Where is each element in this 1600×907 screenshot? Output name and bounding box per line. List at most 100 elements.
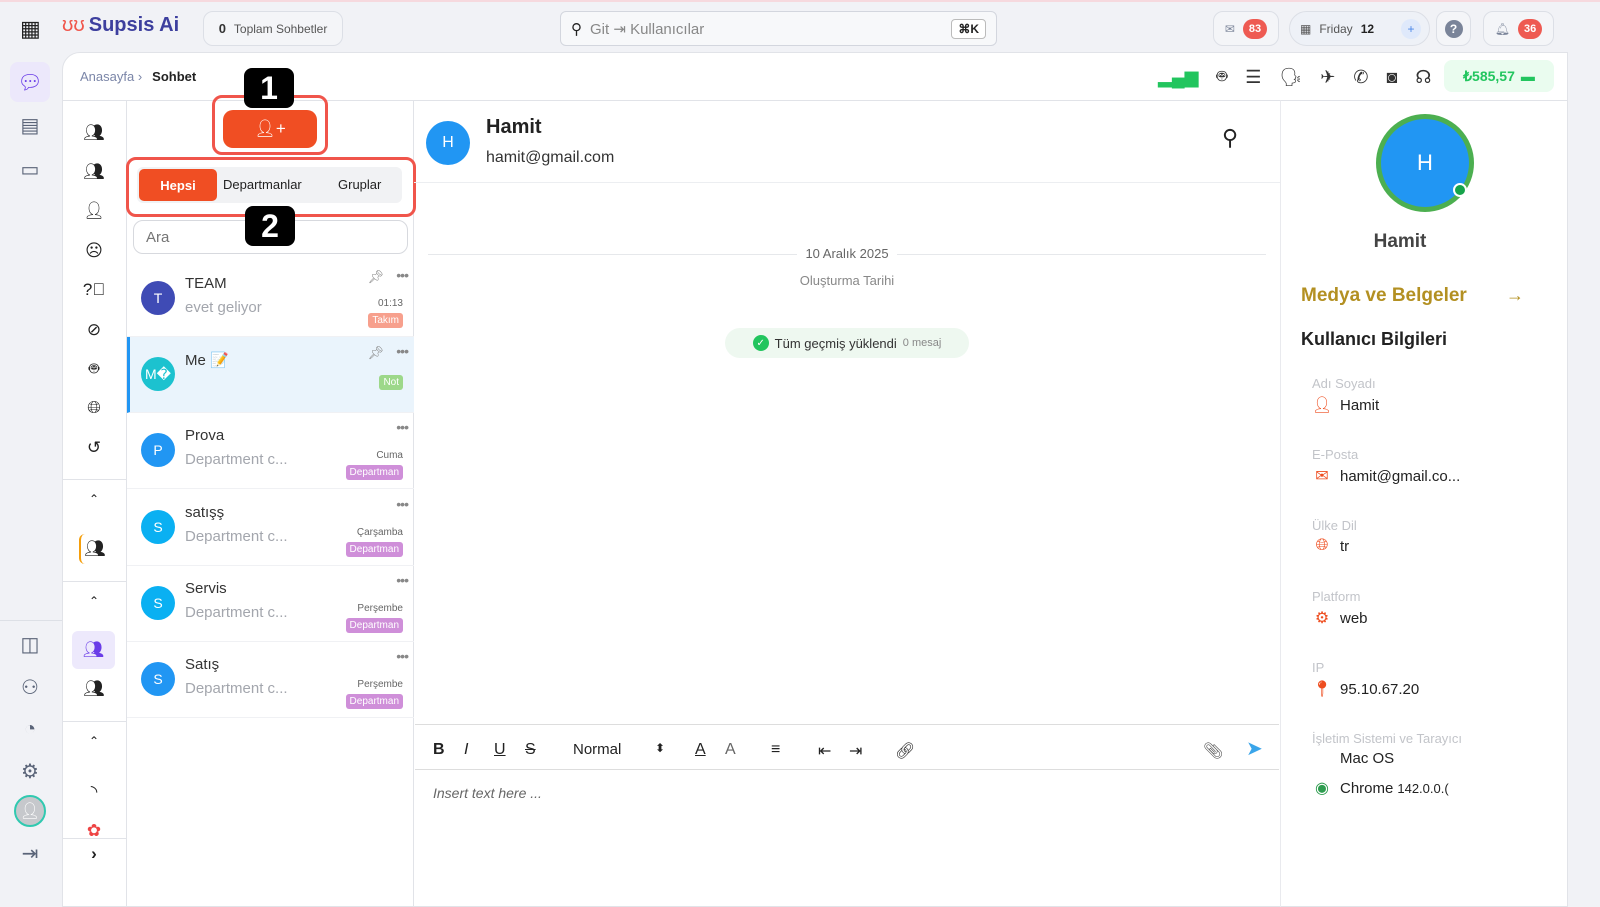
rss-icon[interactable]: ◝ [79, 777, 109, 807]
support-icon[interactable]: ☊ [1415, 67, 1431, 88]
chat-item-satis[interactable]: S Satış Department c... ••• Perşembe Dep… [127, 642, 414, 718]
field-os: Mac OS [1312, 750, 1394, 767]
more-icon[interactable]: ••• [396, 267, 409, 283]
link-icon[interactable]: 🔗︎ [895, 741, 915, 761]
settings-icon[interactable]: ⚙ [10, 751, 50, 791]
format-select[interactable]: Normal [573, 741, 621, 758]
italic-icon[interactable]: I [464, 741, 468, 759]
chat-time: Çarşamba [356, 527, 403, 538]
signal-icon[interactable]: ▂▄▆ [1158, 67, 1198, 88]
hierarchy-icon[interactable]: ⚇ [10, 667, 50, 707]
dashboard-icon[interactable]: ◫ [10, 624, 50, 664]
collapse-chevron-icon[interactable]: ⌃ [79, 726, 109, 756]
field-platform: ⚙ web [1312, 608, 1368, 628]
contact-email: hamit@gmail.com [486, 149, 615, 166]
all-users-icon[interactable]: 👥︎ [79, 118, 109, 148]
more-icon[interactable]: ••• [396, 419, 409, 435]
messages-button[interactable]: ✉ 83 [1213, 11, 1279, 46]
chat-preview: Department c... [185, 604, 288, 621]
select-arrows-icon[interactable]: ⬍ [655, 741, 665, 755]
send-icon[interactable]: ➤ [1246, 736, 1263, 761]
chat-item-prova[interactable]: P Prova Department c... ••• Cuma Departm… [127, 413, 414, 489]
globe-icon[interactable]: 🌐︎ [79, 393, 109, 423]
more-icon[interactable]: ••• [396, 496, 409, 512]
chat-item-me[interactable]: M� Me 📝 📌︎ ••• Not [127, 337, 414, 413]
contact-card-icon[interactable]: ▤ [10, 105, 50, 145]
bot-icon[interactable]: 🤖︎ [1216, 65, 1227, 90]
profile-name: Hamit [1373, 231, 1427, 252]
logo[interactable]: ʊʊ Supsis Ai [62, 14, 179, 37]
inbox-icon[interactable]: ▭ [10, 149, 50, 189]
history-loaded-pill: ✓ Tüm geçmiş yüklendi 0 mesaj [725, 328, 969, 358]
align-icon[interactable]: ≡ [771, 741, 780, 759]
logo-text: Supsis Ai [88, 14, 180, 36]
expand-sidebar-icon[interactable]: ⇥ [10, 833, 50, 873]
chat-item-servis[interactable]: S Servis Department c... ••• Perşembe De… [127, 566, 414, 642]
search-messages-icon[interactable]: ⚲ [1222, 125, 1238, 151]
filter-column: 👥︎ 👥︎ 👤︎ ☹ ?⃝ ⊘ 🤖︎ 🌐︎ ↺ ⌃ 👥︎ ⌃ 👥︎ 👥︎ ⌃ ◝… [62, 100, 127, 907]
more-icon[interactable]: ••• [396, 343, 409, 359]
check-icon: ✓ [752, 335, 769, 351]
help-button[interactable]: ? [1436, 11, 1471, 46]
chevron-right-icon[interactable]: › [79, 839, 109, 869]
underline-icon[interactable]: U [494, 741, 506, 759]
chat-item-team[interactable]: T TEAM evet geliyor 📌︎ ••• 01:13 Takım [127, 261, 414, 337]
history-icon[interactable]: ↺ [79, 433, 109, 463]
chat-item-satiss[interactable]: S satışş Department c... ••• Çarşamba De… [127, 490, 414, 566]
chat-time: Cuma [376, 450, 403, 461]
field-label: Ülke Dil [1312, 518, 1357, 533]
question-icon[interactable]: ?⃝ [79, 275, 109, 305]
chat-tag: Departman [345, 542, 403, 557]
voice-icon[interactable]: 🗣︎ [1279, 67, 1302, 88]
arrow-right-icon[interactable]: → [1506, 285, 1524, 306]
collapse-chevron-icon[interactable]: ⌃ [79, 484, 109, 514]
robot-icon[interactable]: 🤖︎ [79, 354, 109, 384]
media-documents-link[interactable]: Medya ve Belgeler [1301, 285, 1467, 307]
indent-icon[interactable]: ⇥ [849, 741, 862, 761]
balance-chip[interactable]: ₺585,57 ▬ [1444, 60, 1554, 92]
instagram-icon[interactable]: ◙ [1386, 67, 1397, 88]
attachment-icon[interactable]: 📎︎ [1203, 741, 1223, 761]
chat-preview: Department c... [185, 528, 288, 545]
chat-name: Prova [185, 427, 225, 444]
global-search[interactable]: ⚲ Git ⇥ Kullanıcılar ⌘K [560, 11, 997, 46]
team-icon[interactable]: 👥︎ [79, 157, 109, 187]
collapse-chevron-icon[interactable]: ⌃ [79, 586, 109, 616]
chat-icon[interactable]: 💬︎ [10, 62, 50, 102]
user-avatar[interactable]: 👤︎ [14, 795, 46, 827]
contact-name: Hamit [486, 116, 542, 138]
more-icon[interactable]: ••• [396, 572, 409, 588]
text-color-icon[interactable]: A [695, 741, 706, 759]
blocked-icon[interactable]: ⊘ [79, 315, 109, 345]
apps-grid-icon[interactable]: ▦ [20, 16, 41, 42]
message-input[interactable]: Insert text here ... [433, 785, 542, 801]
server-icon[interactable]: ☰ [1245, 67, 1261, 88]
date-label: 10 Aralık 2025 [797, 246, 897, 261]
field-label: İşletim Sistemi ve Tarayıcı [1312, 731, 1463, 746]
strikethrough-icon[interactable]: S [525, 741, 536, 759]
add-event-button[interactable]: + [1401, 18, 1421, 39]
chat-tag: Departman [345, 618, 403, 633]
whatsapp-icon[interactable]: ✆ [1353, 67, 1368, 88]
groups-icon[interactable]: 👥︎ [72, 631, 115, 669]
background-color-icon[interactable]: A [725, 741, 736, 759]
group-settings-icon[interactable]: 👥︎ [79, 674, 109, 704]
more-icon[interactable]: ••• [396, 648, 409, 664]
outdent-icon[interactable]: ⇤ [818, 741, 831, 761]
notifications-button[interactable]: 🔔︎ 36 [1483, 11, 1554, 46]
breadcrumb-home[interactable]: Anasayfa › [80, 69, 142, 84]
user-icon[interactable]: 👤︎ [79, 196, 109, 226]
marker-1: 1 [244, 68, 294, 108]
profile-avatar: H [1376, 114, 1474, 212]
calendar-chip[interactable]: ▦ Friday 12 + [1289, 11, 1430, 46]
telegram-icon[interactable]: ✈ [1320, 67, 1335, 88]
help-icon: ? [1444, 19, 1463, 38]
locked-users-icon[interactable]: 👥︎ [79, 534, 109, 564]
smiley-icon[interactable]: ☹ [79, 236, 109, 266]
pie-chart-icon[interactable]: ◔ [10, 709, 50, 749]
total-chats-chip[interactable]: 0 Toplam Sohbetler [203, 11, 343, 46]
pin-icon[interactable]: 📌︎ [367, 269, 384, 285]
pin-icon[interactable]: 📌︎ [367, 345, 384, 361]
chat-preview: Department c... [185, 451, 288, 468]
bold-icon[interactable]: B [433, 741, 445, 759]
